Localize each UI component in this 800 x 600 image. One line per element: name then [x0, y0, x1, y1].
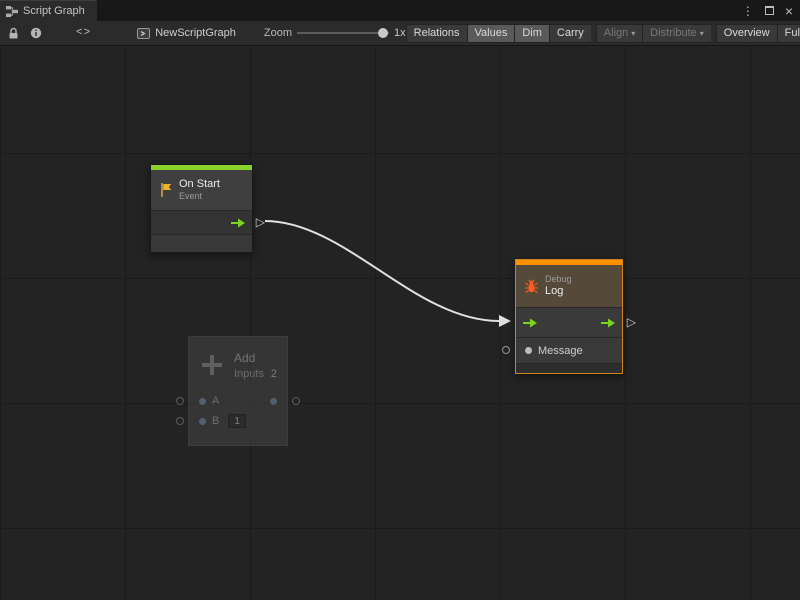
dim-button[interactable]: Dim: [514, 24, 549, 43]
message-port-label: Message: [538, 345, 583, 357]
node-on-start[interactable]: On Start Event ▷: [150, 164, 253, 253]
maximize-icon[interactable]: [765, 6, 774, 15]
node-title: Log: [545, 285, 572, 298]
graph-tab-icon: [6, 6, 18, 17]
align-dropdown[interactable]: Align ▾: [596, 24, 642, 43]
input-row-a: A: [189, 391, 287, 411]
port-b-label: B: [212, 415, 219, 427]
kebab-menu-icon[interactable]: ⋮: [742, 4, 754, 18]
port-a-label: A: [212, 395, 219, 407]
values-button[interactable]: Values: [467, 24, 515, 43]
graph-toolbar: <> NewScriptGraph Zoom 1x Relations Valu…: [0, 21, 800, 46]
zoom-value: 1x: [394, 27, 406, 39]
graph-canvas[interactable]: On Start Event ▷: [0, 46, 800, 600]
node-category: Debug: [545, 274, 572, 285]
relations-button[interactable]: Relations: [406, 24, 467, 43]
zoom-slider[interactable]: [297, 26, 389, 40]
debug-output-port[interactable]: ▷: [627, 316, 636, 328]
connection-arrowhead: [499, 315, 511, 327]
distribute-dropdown[interactable]: Distribute ▾: [642, 24, 710, 43]
message-outer-port[interactable]: [502, 346, 510, 354]
node-header: Add Inputs 2: [189, 337, 287, 391]
titlebar: Script Graph ⋮ ×: [0, 0, 800, 21]
zoom-slider-thumb[interactable]: [378, 28, 388, 38]
fullscreen-button[interactable]: Full S: [777, 24, 800, 43]
outer-port-a[interactable]: [176, 397, 184, 405]
overview-button[interactable]: Overview: [716, 24, 777, 43]
outer-port-b[interactable]: [176, 417, 184, 425]
graph-asset-name: NewScriptGraph: [155, 27, 236, 39]
chevron-down-icon: ▾: [700, 29, 704, 38]
toolbar-button-group: Relations Values Dim Carry Align ▾ Distr…: [406, 21, 800, 46]
sum-output-port[interactable]: [270, 398, 277, 405]
window-controls: ⋮ ×: [742, 0, 800, 21]
node-subtitle: Event: [179, 191, 220, 202]
outer-port-sum[interactable]: [292, 397, 300, 405]
close-icon[interactable]: ×: [785, 4, 793, 18]
input-row-b: B 1: [189, 411, 287, 431]
node-title: Add: [234, 351, 277, 365]
align-label: Align: [604, 27, 628, 39]
trigger-output-row: [151, 210, 252, 234]
message-input-port[interactable]: [525, 347, 532, 354]
connection-layer: [0, 46, 800, 600]
script-graph-asset-icon: [137, 27, 150, 40]
script-graph-window: Script Graph ⋮ × <>: [0, 0, 800, 600]
node-add-ghost[interactable]: Add Inputs 2 A B 1: [188, 336, 288, 446]
distribute-label: Distribute: [650, 27, 696, 39]
tab-script-graph[interactable]: Script Graph: [0, 0, 97, 21]
tab-title: Script Graph: [23, 5, 85, 17]
on-start-output-port[interactable]: ▷: [256, 216, 265, 228]
trigger-arrow-icon[interactable]: [230, 218, 246, 228]
message-port-row: Message: [516, 337, 622, 363]
carry-button[interactable]: Carry: [549, 24, 591, 43]
inputs-label: Inputs: [234, 368, 264, 380]
connection-wire[interactable]: [265, 221, 499, 321]
flag-icon: [159, 182, 173, 198]
port-a-input[interactable]: [199, 398, 206, 405]
zoom-slider-track: [297, 32, 389, 34]
node-footer: [189, 431, 287, 445]
node-footer: [151, 234, 252, 252]
port-b-input[interactable]: [199, 418, 206, 425]
plus-icon: [199, 352, 225, 378]
info-icon[interactable]: [30, 27, 42, 39]
trigger-input-arrow-icon[interactable]: [522, 318, 538, 328]
bug-icon: [524, 279, 539, 294]
code-view-icon[interactable]: <>: [76, 27, 91, 39]
flow-ports-row: [516, 307, 622, 337]
port-b-value-field[interactable]: 1: [228, 414, 246, 428]
chevron-down-icon: ▾: [631, 29, 635, 38]
trigger-output-arrow-icon[interactable]: [600, 318, 616, 328]
node-footer: [516, 363, 622, 373]
node-header[interactable]: On Start Event: [151, 170, 252, 210]
zoom-label: Zoom: [264, 27, 292, 39]
inputs-value[interactable]: 2: [271, 368, 277, 380]
graph-asset[interactable]: NewScriptGraph: [137, 27, 236, 40]
node-debug-log[interactable]: Debug Log: [515, 259, 623, 374]
node-header[interactable]: Debug Log: [516, 265, 622, 307]
lock-icon[interactable]: [8, 27, 19, 40]
node-title: On Start: [179, 178, 220, 191]
